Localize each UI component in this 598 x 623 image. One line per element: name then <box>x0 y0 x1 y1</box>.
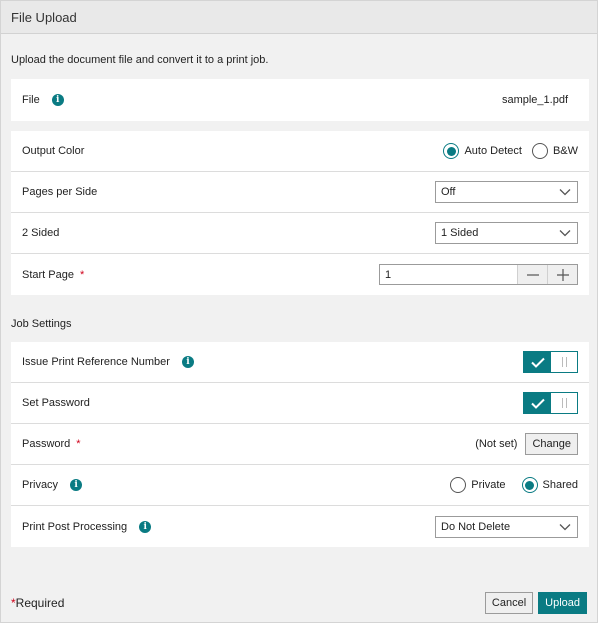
decrement-button[interactable] <box>517 265 547 284</box>
toggle-grip-icon <box>561 357 567 367</box>
start-page-input[interactable]: 1 <box>380 265 517 284</box>
footer-buttons: Cancel Upload <box>484 592 587 614</box>
issue-ref-label: Issue Print Reference Number <box>22 356 170 368</box>
radio-checked-icon[interactable] <box>521 477 538 493</box>
file-label: File <box>22 94 40 106</box>
dialog-description: Upload the document file and convert it … <box>11 54 269 66</box>
set-password-row: Set Password <box>11 383 589 424</box>
radio-private[interactable]: Private <box>450 477 506 493</box>
dialog-title: File Upload <box>11 9 77 25</box>
radio-shared-label: Shared <box>542 479 578 491</box>
required-note: *Required <box>11 596 64 610</box>
start-page-row: Start Page * 1 <box>11 254 589 295</box>
change-password-button[interactable]: Change <box>525 433 578 455</box>
password-row: Password * (Not set) Change <box>11 424 589 465</box>
radio-shared[interactable]: Shared <box>521 477 578 493</box>
radio-auto-detect[interactable]: Auto Detect <box>443 143 522 159</box>
minus-icon <box>526 273 539 276</box>
privacy-label: Privacy <box>22 479 59 491</box>
info-icon[interactable]: i <box>51 94 64 106</box>
check-icon <box>530 398 545 409</box>
radio-bw-label: B&W <box>552 145 578 157</box>
password-label: Password <box>22 438 71 450</box>
output-color-row: Output Color Auto Detect B&W <box>11 131 589 172</box>
password-status: (Not set) <box>475 438 518 450</box>
radio-auto-detect-label: Auto Detect <box>464 145 522 157</box>
pages-per-side-value: Off <box>441 186 456 198</box>
increment-button[interactable] <box>547 265 577 284</box>
job-settings-panel: Issue Print Reference Number i Set Passw… <box>11 342 589 547</box>
info-icon[interactable]: i <box>139 520 152 533</box>
radio-unchecked-icon[interactable] <box>531 143 548 159</box>
issue-ref-toggle[interactable] <box>523 351 578 373</box>
two-sided-value: 1 Sided <box>441 227 479 239</box>
chevron-down-icon <box>559 189 571 196</box>
cancel-button[interactable]: Cancel <box>484 592 534 614</box>
info-icon[interactable]: i <box>181 356 194 368</box>
issue-ref-row: Issue Print Reference Number i <box>11 342 589 383</box>
required-mark: * <box>79 268 85 281</box>
radio-bw[interactable]: B&W <box>531 143 578 159</box>
set-password-label: Set Password <box>22 397 90 409</box>
output-color-label: Output Color <box>22 145 85 157</box>
required-mark: * <box>76 438 81 450</box>
toggle-grip-icon <box>561 398 567 408</box>
pages-per-side-row: Pages per Side Off <box>11 172 589 213</box>
two-sided-select[interactable]: 1 Sided <box>435 222 578 244</box>
chevron-down-icon <box>559 523 571 530</box>
pages-per-side-select[interactable]: Off <box>435 181 578 203</box>
info-icon[interactable]: i <box>70 479 83 491</box>
file-row: File i sample_1.pdf <box>11 79 589 121</box>
post-processing-select[interactable]: Do Not Delete <box>435 515 578 538</box>
chevron-down-icon <box>559 230 571 237</box>
two-sided-row: 2 Sided 1 Sided <box>11 213 589 254</box>
file-panel: File i sample_1.pdf <box>11 79 589 121</box>
file-upload-dialog: File Upload Upload the document file and… <box>0 0 598 623</box>
start-page-stepper: 1 <box>379 264 578 285</box>
start-page-label: Start Page <box>22 268 74 281</box>
post-processing-row: Print Post Processing i Do Not Delete <box>11 506 589 547</box>
two-sided-label: 2 Sided <box>22 227 60 239</box>
file-name: sample_1.pdf <box>501 94 568 106</box>
upload-button[interactable]: Upload <box>538 592 587 614</box>
privacy-row: Privacy i Private Shared <box>11 465 589 506</box>
post-processing-value: Do Not Delete <box>441 520 511 533</box>
post-processing-label: Print Post Processing <box>22 520 128 533</box>
check-icon <box>530 357 545 368</box>
plus-icon <box>556 268 569 281</box>
job-settings-heading: Job Settings <box>11 318 72 330</box>
radio-unchecked-icon[interactable] <box>450 477 467 493</box>
dialog-titlebar: File Upload <box>1 1 597 34</box>
radio-checked-icon[interactable] <box>443 143 460 159</box>
print-options-panel: Output Color Auto Detect B&W Pages per S… <box>11 131 589 295</box>
set-password-toggle[interactable] <box>523 392 578 414</box>
radio-private-label: Private <box>471 479 506 491</box>
required-text: Required <box>15 596 65 610</box>
pages-per-side-label: Pages per Side <box>22 186 98 198</box>
